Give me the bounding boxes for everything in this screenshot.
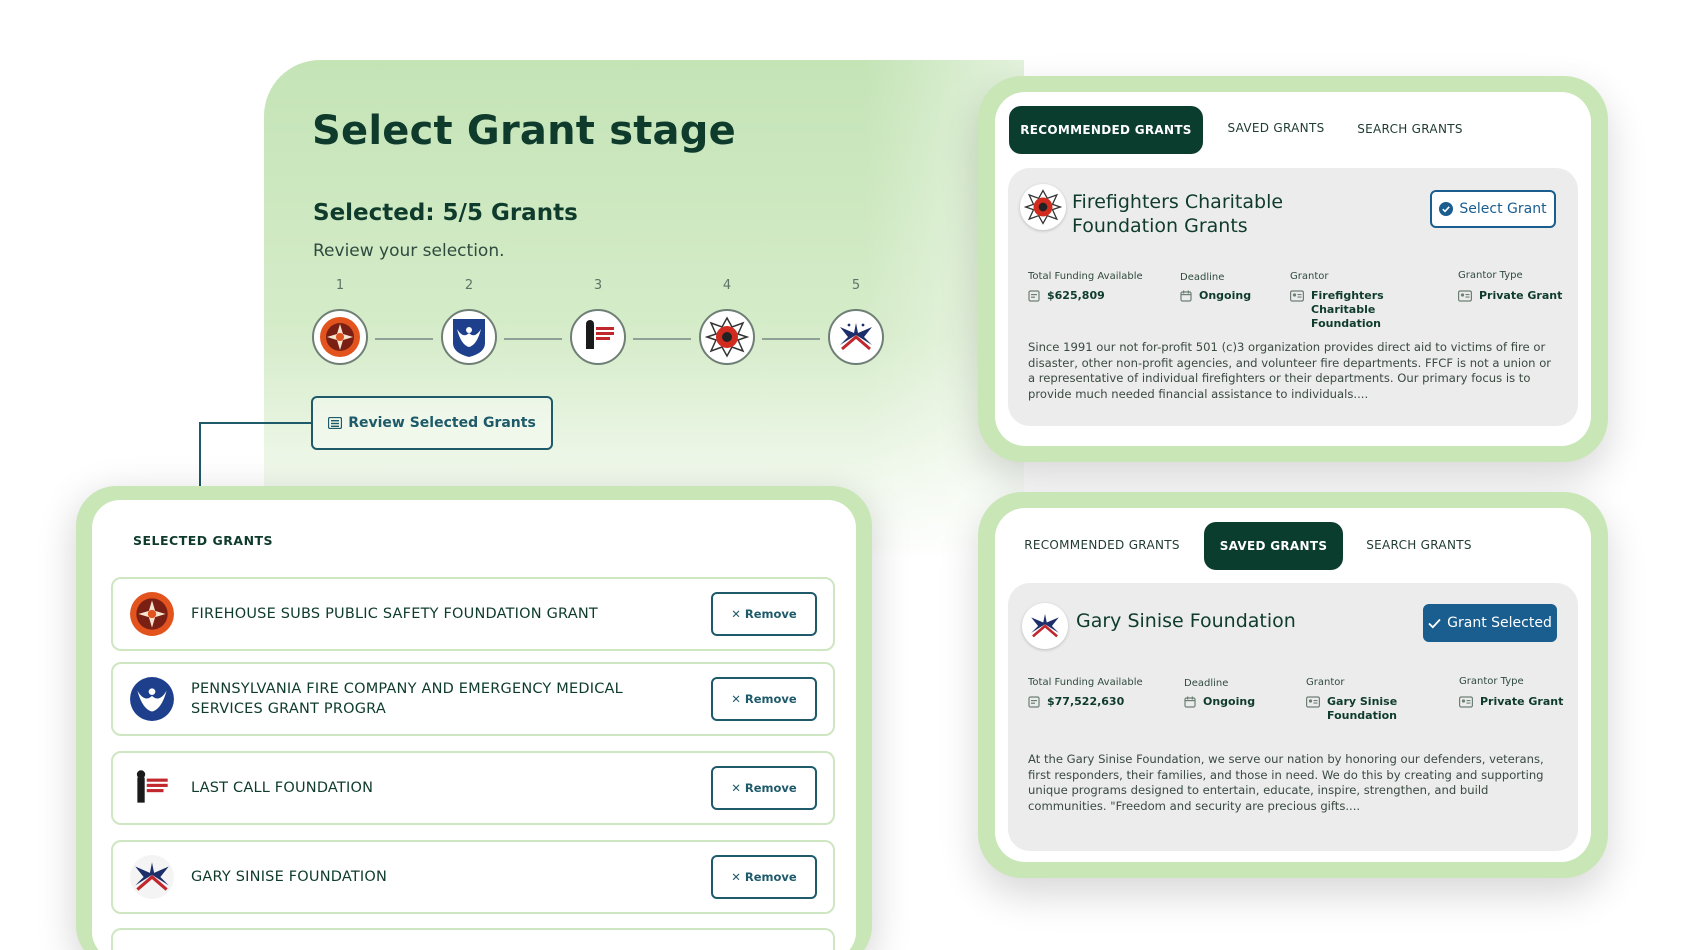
step-number-2: 2 [464,278,474,293]
list-icon [328,417,343,429]
page-title: Select Grant stage [312,108,736,154]
pennsylvania-eagle-logo [453,319,485,357]
grant-description: At the Gary Sinise Foundation, we serve … [1028,752,1544,813]
id-card-icon [1306,696,1320,708]
grant-title: Gary Sinise Foundation [1076,610,1296,632]
grantor-value: Firefighters Charitable Foundation [1290,289,1440,331]
grantor-type-label: Grantor Type [1459,676,1524,687]
id-card-icon [1290,290,1304,302]
selected-grant-row: LAST CALL FOUNDATION ✕ Remove [111,751,835,825]
check-circle-icon [1439,202,1454,216]
review-selected-grants-button[interactable]: Review Selected Grants [311,396,553,450]
grantor-type-value: Private Grant [1459,695,1563,709]
grantor-type-text: Private Grant [1480,695,1564,708]
grant-selected-button[interactable]: Grant Selected [1423,604,1557,642]
checkmark-icon [1428,618,1441,628]
selected-count: Selected: 5/5 Grants [313,200,578,226]
step-connector [375,338,433,340]
step-connector [633,338,691,340]
firehouse-subs-logo [320,317,360,357]
selected-grant-row [111,928,835,950]
firehouse-subs-logo [129,591,175,637]
grantor-name: Gary Sinise Foundation [1327,695,1398,722]
step-5-gary-sinise-logo[interactable] [828,309,884,365]
review-subtitle: Review your selection. [313,241,505,261]
grant-name: LAST CALL FOUNDATION [191,780,374,796]
step-connector [762,338,820,340]
deadline-value: Ongoing [1180,289,1251,303]
grantor-type-value: Private Grant [1458,289,1562,303]
step-number-5: 5 [851,278,861,293]
grant-detail-box: Gary Sinise Foundation Grant Selected To… [1008,583,1578,851]
tab-search-grants[interactable]: SEARCH GRANTS [1348,105,1472,153]
remove-grant-button[interactable]: ✕ Remove [711,766,817,810]
grant-name: PENNSYLVANIA FIRE COMPANY AND EMERGENCY … [191,681,623,717]
selected-grant-row: FIREHOUSE SUBS PUBLIC SAFETY FOUNDATION … [111,577,835,651]
funding-label: Total Funding Available [1028,271,1143,282]
deadline-text: Ongoing [1199,289,1252,302]
calendar-icon [1184,696,1196,708]
connector-line [199,422,311,424]
funding-label: Total Funding Available [1028,677,1143,688]
tab-recommended-grants[interactable]: RECOMMENDED GRANTS [1009,106,1203,154]
tab-saved-grants[interactable]: SAVED GRANTS [1214,104,1338,152]
tab-saved-grants[interactable]: SAVED GRANTS [1204,522,1343,570]
grantor-type-label: Grantor Type [1458,270,1523,281]
step-1-firehouse-subs-logo[interactable] [312,309,368,365]
select-grant-label: Select Grant [1459,201,1547,217]
id-card-icon [1458,290,1472,302]
step-number-1: 1 [335,278,345,293]
funding-value: $625,809 [1028,289,1105,303]
step-number-4: 4 [722,278,732,293]
review-button-label: Review Selected Grants [348,415,536,431]
remove-grant-button[interactable]: ✕ Remove [711,677,817,721]
fire-dept-maltese-logo [705,316,749,358]
last-call-logo [129,765,175,811]
grant-selected-label: Grant Selected [1447,615,1552,631]
funding-value: $77,522,630 [1028,695,1124,709]
deadline-label: Deadline [1180,272,1225,283]
last-call-logo [586,320,614,349]
screen: Select Grant stage Selected: 5/5 Grants … [0,0,1700,950]
grant-name: GARY SINISE FOUNDATION [191,869,388,885]
gary-sinise-eagle-logo [840,323,872,351]
step-connector [504,338,562,340]
grantor-type-text: Private Grant [1479,289,1563,302]
tab-recommended-grants[interactable]: RECOMMENDED GRANTS [1009,521,1195,569]
document-icon [1028,290,1040,302]
grantor-label: Grantor [1306,677,1345,688]
funding-amount: $77,522,630 [1047,695,1125,708]
remove-grant-button[interactable]: ✕ Remove [711,592,817,636]
funding-amount: $625,809 [1047,289,1105,302]
pennsylvania-eagle-logo [129,676,175,722]
document-icon [1028,696,1040,708]
selected-grants-heading: SELECTED GRANTS [133,533,274,548]
grant-title: Firefighters Charitable Foundation Grant… [1072,191,1284,237]
step-3-last-call-logo[interactable] [570,309,626,365]
deadline-label: Deadline [1184,678,1229,689]
grant-detail-box: Firefighters Charitable Foundation Grant… [1008,168,1578,426]
tab-search-grants[interactable]: SEARCH GRANTS [1354,521,1484,569]
grant-name: FIREHOUSE SUBS PUBLIC SAFETY FOUNDATION … [191,606,598,622]
deadline-text: Ongoing [1203,695,1256,708]
selected-grant-row: GARY SINISE FOUNDATION ✕ Remove [111,840,835,914]
grantor-name: Firefighters Charitable Foundation [1311,289,1384,330]
calendar-icon [1180,290,1192,302]
gary-sinise-eagle-logo [1022,603,1068,649]
grantor-value: Gary Sinise Foundation [1306,695,1406,723]
remove-grant-button[interactable]: ✕ Remove [711,855,817,899]
grant-description: Since 1991 our not for-profit 501 (c)3 o… [1028,340,1552,401]
id-card-icon [1459,696,1473,708]
step-2-pennsylvania-logo[interactable] [441,309,497,365]
fire-dept-maltese-logo [1020,184,1066,230]
grantor-label: Grantor [1290,271,1329,282]
selected-grant-row: PENNSYLVANIA FIRE COMPANY AND EMERGENCY … [111,662,835,736]
step-number-3: 3 [593,278,603,293]
select-grant-button[interactable]: Select Grant [1430,190,1556,228]
deadline-value: Ongoing [1184,695,1255,709]
step-4-fire-department-logo[interactable] [699,309,755,365]
gary-sinise-eagle-logo [129,854,175,900]
